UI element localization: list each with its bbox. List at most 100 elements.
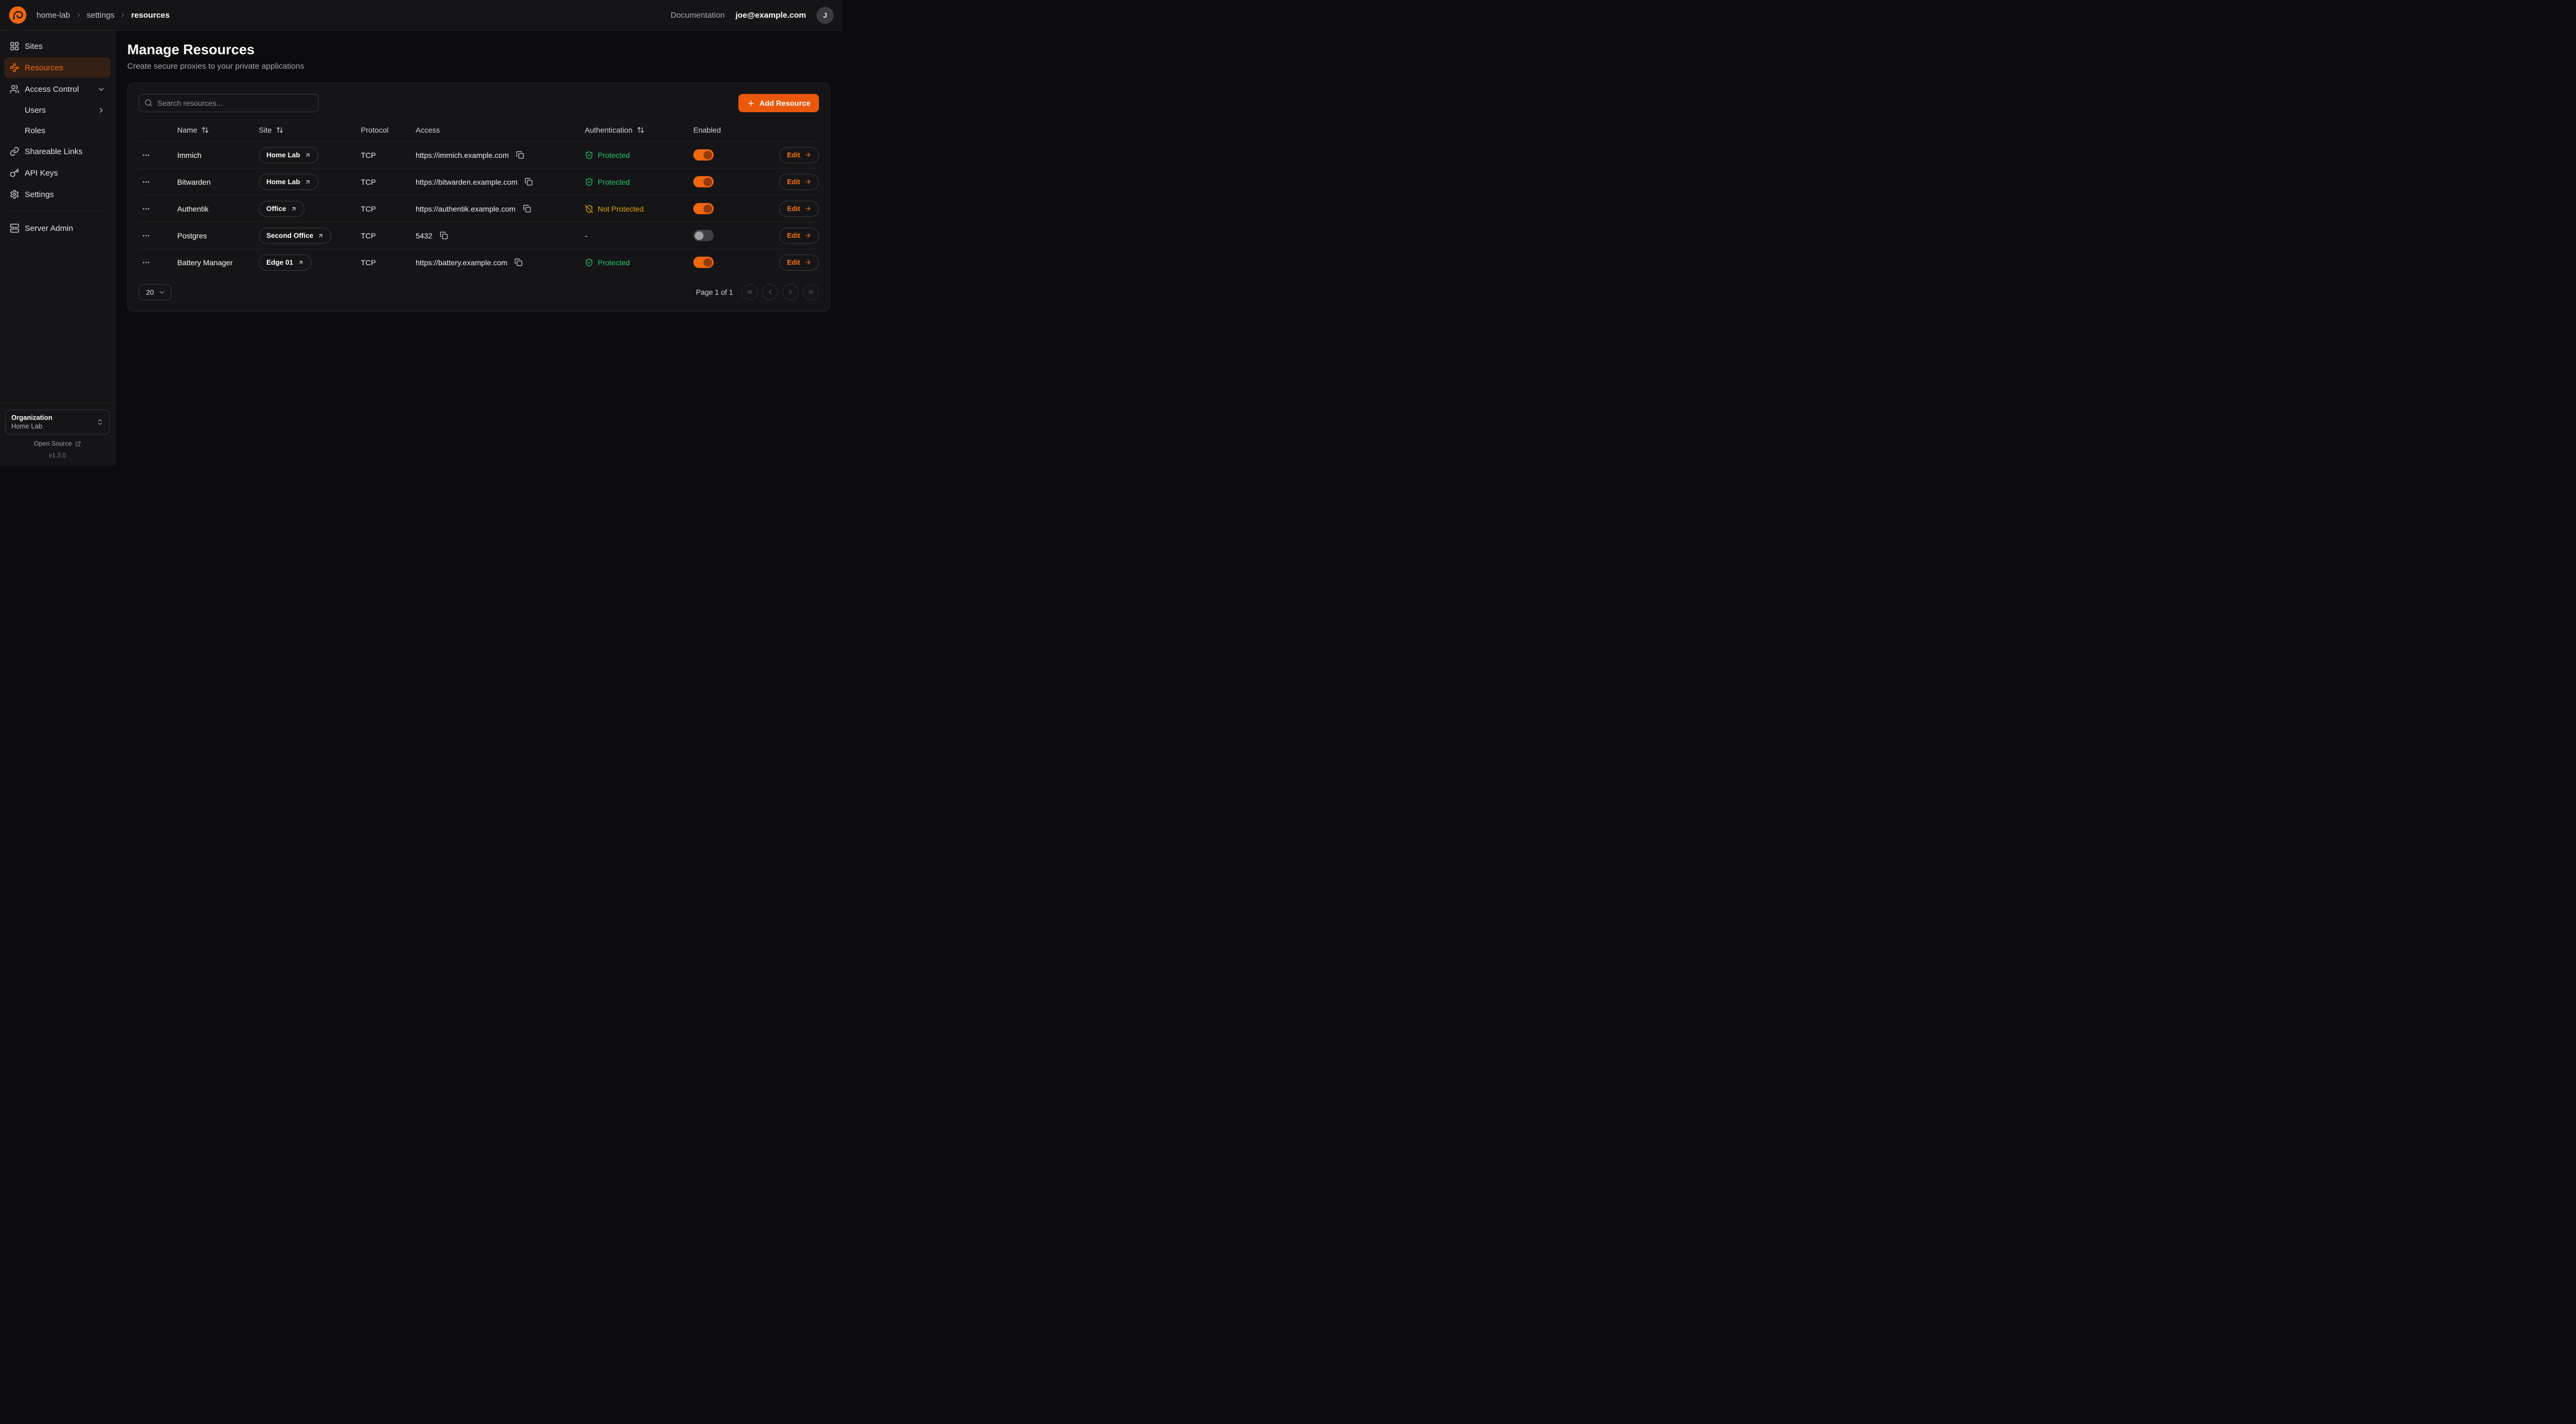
previous-page-button[interactable] <box>762 284 778 300</box>
sidebar-item-label: Users <box>25 106 46 115</box>
edit-button[interactable]: Edit <box>779 255 819 271</box>
sidebar-item-label: Roles <box>25 126 45 135</box>
column-label: Enabled <box>693 126 721 134</box>
site-name: Home Lab <box>266 151 300 159</box>
copy-button[interactable] <box>514 149 526 161</box>
sidebar-item-shareable-links[interactable]: Shareable Links <box>4 141 111 162</box>
resource-name: Postgres <box>177 231 259 240</box>
row-menu-button[interactable] <box>139 148 154 163</box>
arrow-up-right-icon <box>297 259 304 266</box>
documentation-link[interactable]: Documentation <box>671 11 725 20</box>
sidebar-item-resources[interactable]: Resources <box>4 57 111 78</box>
sidebar-item-api-keys[interactable]: API Keys <box>4 163 111 183</box>
row-menu-button[interactable] <box>139 228 154 243</box>
edit-button[interactable]: Edit <box>779 201 819 217</box>
site-link[interactable]: Second Office <box>259 228 331 244</box>
server-icon <box>10 223 19 233</box>
column-header-site[interactable]: Site <box>259 126 361 134</box>
copy-button[interactable] <box>438 230 449 242</box>
toggle-knob <box>703 205 712 213</box>
users-icon <box>10 84 19 94</box>
search-box <box>139 94 318 112</box>
ellipsis-icon <box>142 258 150 267</box>
sidebar-item-label: Sites <box>25 42 42 51</box>
sidebar: Sites Resources Access Control Users <box>0 31 115 466</box>
app-logo-icon[interactable] <box>9 6 27 24</box>
first-page-button[interactable] <box>742 284 758 300</box>
table-row: Bitwarden Home Lab TCP https://bitwarden… <box>139 168 819 195</box>
sidebar-item-label: Access Control <box>25 85 79 94</box>
breadcrumb-settings[interactable]: settings <box>87 11 115 20</box>
main-content: Manage Resources Create secure proxies t… <box>115 31 842 466</box>
access-value: https://immich.example.com <box>416 151 509 159</box>
last-page-button[interactable] <box>803 284 819 300</box>
sidebar-item-label: Server Admin <box>25 224 73 233</box>
site-link[interactable]: Home Lab <box>259 147 318 163</box>
column-header-authentication[interactable]: Authentication <box>585 126 693 134</box>
enabled-toggle[interactable] <box>693 257 714 268</box>
edit-label: Edit <box>787 151 800 159</box>
open-source-link[interactable]: Open Source <box>5 440 110 447</box>
org-selector[interactable]: Organization Home Lab <box>5 410 110 434</box>
sidebar-item-users[interactable]: Users <box>4 100 111 120</box>
enabled-toggle[interactable] <box>693 203 714 214</box>
add-resource-button[interactable]: Add Resource <box>738 94 819 112</box>
access-value: https://authentik.example.com <box>416 205 516 213</box>
sidebar-item-roles[interactable]: Roles <box>4 121 111 140</box>
copy-button[interactable] <box>523 176 535 188</box>
table-row: Immich Home Lab TCP https://immich.examp… <box>139 141 819 168</box>
site-link[interactable]: Office <box>259 201 304 217</box>
sidebar-item-sites[interactable]: Sites <box>4 36 111 56</box>
breadcrumb-org[interactable]: home-lab <box>37 11 70 20</box>
next-page-button[interactable] <box>782 284 799 300</box>
table-row: Battery Manager Edge 01 TCP https://batt… <box>139 249 819 275</box>
row-menu-button[interactable] <box>139 175 154 190</box>
edit-button[interactable]: Edit <box>779 174 819 190</box>
toggle-knob <box>695 231 703 240</box>
edit-button[interactable]: Edit <box>779 228 819 244</box>
sidebar-item-settings[interactable]: Settings <box>4 184 111 205</box>
site-name: Second Office <box>266 231 313 239</box>
enabled-toggle[interactable] <box>693 230 714 241</box>
page-indicator: Page 1 of 1 <box>696 288 733 296</box>
copy-button[interactable] <box>513 257 525 268</box>
chevron-right-icon <box>787 288 794 296</box>
enabled-toggle[interactable] <box>693 149 714 161</box>
plus-icon <box>747 99 755 107</box>
open-source-label: Open Source <box>34 440 72 447</box>
grid-icon <box>10 41 19 51</box>
ellipsis-icon <box>142 231 150 240</box>
pagination-controls <box>742 284 819 300</box>
breadcrumb-page: resources <box>131 11 170 20</box>
sidebar-item-server-admin[interactable]: Server Admin <box>4 218 111 238</box>
arrow-up-right-icon <box>317 233 324 239</box>
sidebar-footer: Organization Home Lab Open Source v1.3.0 <box>0 403 115 459</box>
edit-button[interactable]: Edit <box>779 147 819 163</box>
top-bar: home-lab settings resources Documentatio… <box>0 0 842 31</box>
access-value: 5432 <box>416 231 432 240</box>
chevrons-up-down-icon <box>96 418 104 426</box>
enabled-toggle[interactable] <box>693 176 714 187</box>
avatar[interactable]: J <box>817 7 833 24</box>
row-menu-button[interactable] <box>139 255 154 270</box>
site-name: Home Lab <box>266 178 300 186</box>
site-link[interactable]: Edge 01 <box>259 255 311 271</box>
toggle-knob <box>703 258 712 267</box>
auth-status: Protected <box>585 178 693 186</box>
search-input[interactable] <box>139 94 318 112</box>
table-body: Immich Home Lab TCP https://immich.examp… <box>139 141 819 275</box>
auth-status: Protected <box>585 258 693 267</box>
row-menu-button[interactable] <box>139 201 154 216</box>
column-header-enabled: Enabled <box>693 126 764 134</box>
resource-name: Authentik <box>177 205 259 213</box>
sidebar-nav: Sites Resources Access Control Users <box>4 36 111 238</box>
page-size-select[interactable]: 20 <box>139 284 171 300</box>
key-icon <box>10 168 19 178</box>
column-header-name[interactable]: Name <box>177 126 259 134</box>
version-label: v1.3.0 <box>5 453 110 459</box>
copy-button[interactable] <box>521 203 533 215</box>
chevron-right-icon <box>75 12 82 19</box>
table-toolbar: Add Resource <box>139 94 819 112</box>
sidebar-item-access-control[interactable]: Access Control <box>4 79 111 99</box>
site-link[interactable]: Home Lab <box>259 174 318 190</box>
